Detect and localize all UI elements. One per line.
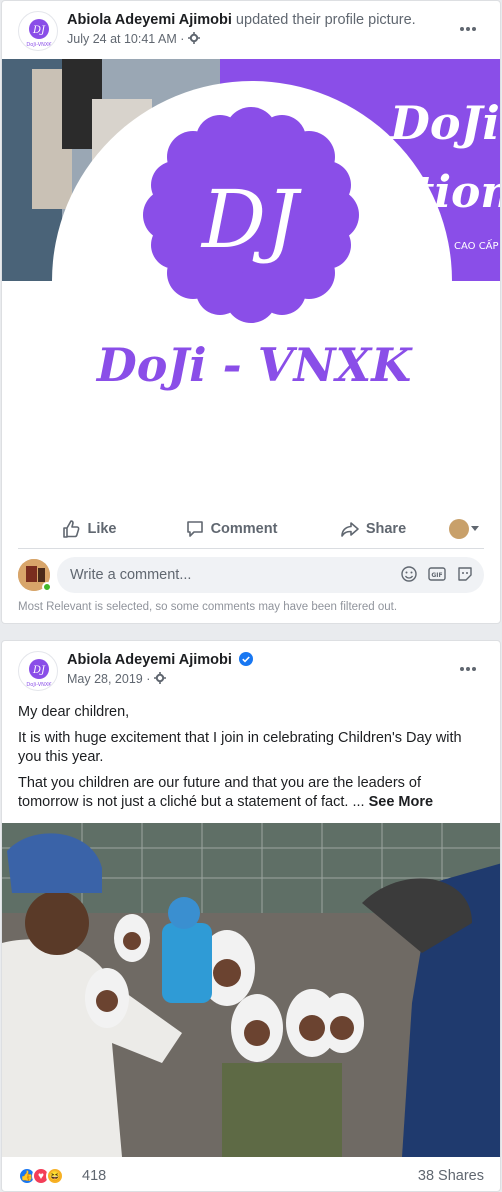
logo-monogram: DJ <box>200 173 302 266</box>
post-action-text: updated their profile picture. <box>231 12 416 28</box>
author-avatar[interactable]: DJ DoJi-VNXK <box>18 11 58 51</box>
author-line: Abiola Adeyemi Ajimobi <box>67 652 253 668</box>
comment-tools: GIF <box>400 565 474 583</box>
emoji-icon[interactable] <box>400 565 418 583</box>
post-paragraph: That you children are our future and tha… <box>18 774 480 812</box>
svg-text:DoJi-VNXK: DoJi-VNXK <box>26 682 52 688</box>
share-label: Share <box>365 520 407 537</box>
comment-input[interactable]: Write a comment... GIF <box>57 557 484 593</box>
childrens-day-post: DJ DoJi-VNXK Abiola Adeyemi Ajimobi May … <box>1 640 501 1192</box>
cover-text-1: DoJi <box>388 96 500 150</box>
post-photo[interactable] <box>2 823 500 1157</box>
svg-text:DJ: DJ <box>32 25 46 36</box>
see-more-link[interactable]: See More <box>369 794 433 810</box>
author-name[interactable]: Abiola Adeyemi Ajimobi <box>67 652 232 668</box>
comment-filter-note: Most Relevant is selected, so some comme… <box>18 601 398 613</box>
post-paragraph: It is with huge excitement that I join i… <box>18 730 462 765</box>
profile-picture-post: DJ DoJi-VNXK Abiola Adeyemi Ajimobi upda… <box>1 0 501 624</box>
online-status-dot <box>42 582 52 592</box>
share-count[interactable]: 38 Shares <box>418 1168 484 1184</box>
comment-button[interactable]: Comment <box>160 519 302 539</box>
gear-icon[interactable] <box>153 672 166 684</box>
gear-icon[interactable] <box>187 32 200 44</box>
logo-wordmark: DoJi - VNXK <box>95 338 413 392</box>
post-timestamp[interactable]: May 28, 2019 <box>67 672 143 686</box>
chevron-down-icon <box>471 525 479 531</box>
post-actions: Like Comment Share <box>18 509 484 549</box>
verified-icon <box>238 652 253 666</box>
post-body: My dear children, It is with huge excite… <box>18 703 480 819</box>
post-stats: 👍 ♥ 😆 418 38 Shares <box>18 1165 484 1189</box>
cover-text-3: CAO CẤP <box>454 238 499 252</box>
comment-composer: Write a comment... GIF <box>18 557 484 593</box>
author-avatar[interactable]: DJ DoJi-VNXK <box>18 651 58 691</box>
post-meta: May 28, 2019 · <box>67 672 166 686</box>
sticker-icon[interactable] <box>456 565 474 583</box>
svg-text:GIF: GIF <box>431 572 442 579</box>
comment-icon <box>186 520 203 537</box>
post-meta: July 24 at 10:41 AM · <box>67 32 200 46</box>
post-as-selector[interactable] <box>444 518 484 539</box>
svg-text:DJ: DJ <box>32 665 46 676</box>
comment-label: Comment <box>210 520 278 537</box>
svg-text:DoJi-VNXK: DoJi-VNXK <box>26 42 52 48</box>
gif-icon[interactable]: GIF <box>428 565 446 583</box>
post-header: DJ DoJi-VNXK Abiola Adeyemi Ajimobi May … <box>18 651 488 693</box>
like-label: Like <box>87 520 117 537</box>
post-paragraph: My dear children, <box>18 704 130 720</box>
post-paragraph-text: That you children are our future and tha… <box>18 775 422 810</box>
post-header: DJ DoJi-VNXK Abiola Adeyemi Ajimobi upda… <box>18 11 488 53</box>
profile-picture-photo[interactable]: DoJi tion CAO CẤP DJ DoJi - VNXK <box>2 59 500 507</box>
like-button[interactable]: Like <box>18 519 160 539</box>
share-button[interactable]: Share <box>302 519 444 539</box>
like-icon <box>63 519 80 538</box>
more-icon[interactable] <box>458 19 478 39</box>
reaction-count[interactable]: 418 <box>82 1168 106 1184</box>
author-name[interactable]: Abiola Adeyemi Ajimobi <box>67 12 232 28</box>
page-avatar-small <box>449 518 469 539</box>
author-line: Abiola Adeyemi Ajimobi updated their pro… <box>67 12 416 28</box>
reaction-icons[interactable]: 👍 ♥ 😆 <box>18 1167 64 1185</box>
share-icon <box>341 521 359 537</box>
haha-reaction-icon: 😆 <box>46 1167 64 1185</box>
post-timestamp[interactable]: July 24 at 10:41 AM <box>67 32 177 46</box>
comment-placeholder: Write a comment... <box>70 567 192 583</box>
more-icon[interactable] <box>458 659 478 679</box>
